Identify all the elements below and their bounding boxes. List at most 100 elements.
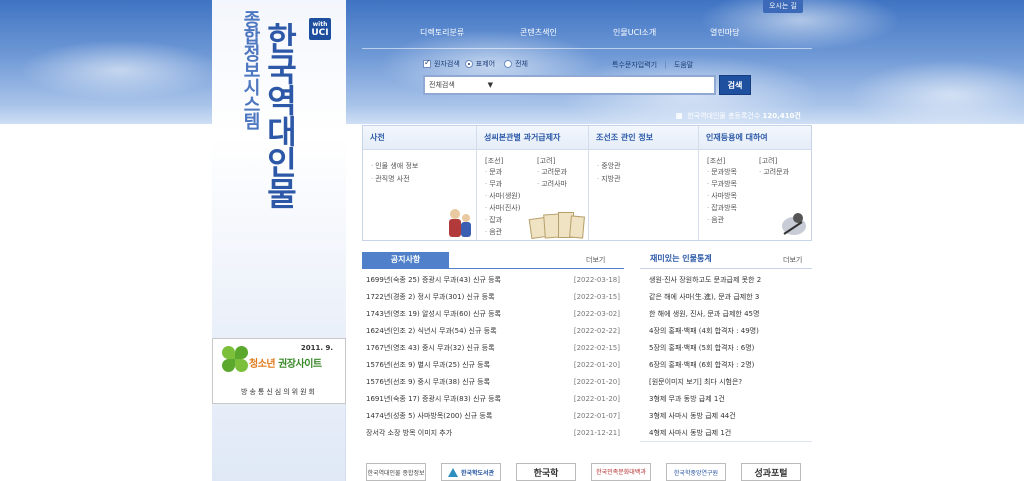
col-head-goryeo: [고려] xyxy=(759,157,778,165)
notice-row[interactable]: 1767년(영조 43) 중시 무과(32) 신규 등록 [2022-02-15] xyxy=(366,342,620,359)
tab-notice[interactable]: 공지사항 xyxy=(362,252,449,268)
nav-directory[interactable]: 디렉토리분류 xyxy=(420,27,520,38)
stats-title[interactable]: 재미있는 인물통계 xyxy=(650,253,712,264)
location-button[interactable]: 오시는 길 xyxy=(763,0,803,13)
notice-title[interactable]: 1722년(경종 2) 정시 무과(301) 신규 등록 xyxy=(366,291,495,308)
award-title: 청소년 권장사이트 xyxy=(249,359,322,370)
stats-row[interactable]: 같은 해에 사마(生.進), 문과 급제한 3 xyxy=(649,291,809,308)
special-char-link[interactable]: 특수문자입력기 xyxy=(612,61,657,69)
notice-date: [2022-02-22] xyxy=(573,327,620,335)
stats-row[interactable]: 5장의 홍패·백패 (5회 합격자 : 6명) xyxy=(649,342,809,359)
panel-title[interactable]: 사전 xyxy=(363,126,476,150)
footer-banners: 한국역대인물 종합정보 한국학도서관 한국학 한국민족문화대백과 한국학중앙연구… xyxy=(366,463,801,481)
stats-row[interactable]: 3형제 무과 동방 급제 1건 xyxy=(649,393,809,410)
panel-link[interactable]: 고려사마 xyxy=(537,178,567,190)
panel-exam-passers: 성씨본관별 과거급제자 [조선] 문과 무과 사마(생원) 사마(진사) 잡과 … xyxy=(477,126,589,240)
notice-title[interactable]: 1576년(선조 9) 중시 무과(38) 신규 등록 xyxy=(366,376,490,393)
logo-main-title[interactable]: 한국역대인물 xyxy=(261,22,299,208)
panel-joseon-officials: 조선조 관인 정보 중앙관 지방관 xyxy=(589,126,699,240)
stats-row[interactable]: 한 해에 생원, 진사, 문과 급제한 45명 xyxy=(649,308,809,325)
stats-divider xyxy=(640,268,812,269)
notice-title[interactable]: 1699년(숙종 25) 증광시 무과(43) 신규 등록 xyxy=(366,274,501,291)
panel-link[interactable]: 사마(진사) xyxy=(485,202,520,214)
banner-aks[interactable]: 한국학중앙연구원 xyxy=(666,463,726,481)
notice-row[interactable]: 1691년(숙종 17) 증광시 무과(83) 신규 등록 [2022-01-20… xyxy=(366,393,620,410)
notice-date: [2022-01-20] xyxy=(573,361,620,369)
notice-title[interactable]: 장서각 소장 방목 이미지 추가 xyxy=(366,427,452,444)
notice-title[interactable]: 1743년(영조 19) 알성시 무과(60) 신규 등록 xyxy=(366,308,501,325)
panel-link[interactable]: 음관 xyxy=(707,214,737,226)
stats-more-link[interactable]: 더보기 xyxy=(783,255,802,265)
banner-korean-library[interactable]: 한국학도서관 xyxy=(441,463,501,481)
search-options: 원자검색 표제어 전체 xyxy=(423,58,528,69)
stats-row[interactable]: 생원·진사 장원하고도 문과급제 못한 2 xyxy=(649,274,809,291)
panel-link[interactable]: 사마(생원) xyxy=(485,190,520,202)
search-button[interactable]: 검색 xyxy=(719,75,751,95)
panel-link[interactable]: 고려문과 xyxy=(759,166,789,178)
panel-link[interactable]: 잡과방목 xyxy=(707,202,737,214)
dropdown-arrow-icon: ▼ xyxy=(487,81,493,89)
notice-row[interactable]: 1624년(인조 2) 식년시 무과(54) 신규 등록 [2022-02-22] xyxy=(366,325,620,342)
notice-title[interactable]: 1624년(인조 2) 식년시 무과(54) 신규 등록 xyxy=(366,325,497,342)
help-link[interactable]: 도움말 xyxy=(674,61,693,69)
search-scope-select[interactable]: 전체검색 ▼ xyxy=(429,80,493,91)
notice-date: [2022-01-20] xyxy=(573,378,620,386)
stats-row[interactable]: 4장의 홍패·백패 (4회 합격자 : 49명) xyxy=(649,325,809,342)
panel-title[interactable]: 조선조 관인 정보 xyxy=(589,126,698,150)
panel-link[interactable]: 지방관 xyxy=(597,173,620,186)
notice-date: [2022-02-15] xyxy=(573,344,620,352)
banner-korean-people[interactable]: 한국역대인물 종합정보 xyxy=(366,463,426,481)
youth-recommended-site-award[interactable]: 2011. 9. 청소년 권장사이트 방송통신심의위원회 xyxy=(212,338,346,404)
stats-row[interactable]: 3형제 사마시 동방 급제 44건 xyxy=(649,410,809,427)
panel-link[interactable]: 사마방목 xyxy=(707,190,737,202)
panel-link[interactable]: 중앙관 xyxy=(597,160,620,173)
notice-date: [2022-03-15] xyxy=(573,293,620,301)
ink-painting-icon xyxy=(782,213,806,235)
panel-link[interactable]: 무과 xyxy=(485,178,520,190)
notice-title[interactable]: 1474년(성종 5) 사마방목(200) 신규 등록 xyxy=(366,410,492,427)
notice-date: [2021-12-21] xyxy=(573,429,620,437)
nav-contents-index[interactable]: 콘텐츠색인 xyxy=(520,27,613,38)
notice-row[interactable]: 1576년(선조 9) 별시 무과(25) 신규 등록 [2022-01-20] xyxy=(366,359,620,376)
stats-row[interactable]: 6장의 홍패·백패 (6회 합격자 : 2명) xyxy=(649,359,809,376)
panel-link[interactable]: 인물 생애 정보 xyxy=(371,160,418,173)
notice-divider xyxy=(362,268,624,269)
notice-title[interactable]: 1767년(영조 43) 중시 무과(32) 신규 등록 xyxy=(366,342,495,359)
panel-link[interactable]: 문과 xyxy=(485,166,520,178)
banner-encyclopedia[interactable]: 한국민족문화대백과 xyxy=(591,463,651,481)
panel-link[interactable]: 고려문과 xyxy=(537,166,567,178)
logo-subtitle[interactable]: 종합정보시스템 xyxy=(240,10,261,129)
panel-title[interactable]: 성씨본관별 과거급제자 xyxy=(477,126,588,150)
old-books-icon xyxy=(528,208,585,240)
panel-link[interactable]: 무과방목 xyxy=(707,178,737,190)
clover-icon xyxy=(221,345,249,373)
panel-link[interactable]: 잡과 xyxy=(485,214,520,226)
panel-link[interactable]: 음관 xyxy=(485,226,520,238)
notice-row[interactable]: 1722년(경종 2) 정시 무과(301) 신규 등록 [2022-03-15] xyxy=(366,291,620,308)
notice-more-link[interactable]: 더보기 xyxy=(586,255,605,265)
banner-korean-studies[interactable]: 한국학 xyxy=(516,463,576,481)
col-head-joseon: [조선] xyxy=(485,157,504,165)
search-input[interactable]: 전체검색 ▼ xyxy=(423,75,716,95)
notice-row[interactable]: 장서각 소장 방목 이미지 추가 [2021-12-21] xyxy=(366,427,620,444)
all-radio[interactable] xyxy=(504,60,513,68)
notice-title[interactable]: 1691년(숙종 17) 증광시 무과(83) 신규 등록 xyxy=(366,393,501,410)
panel-link[interactable]: 관직명 사전 xyxy=(371,173,418,186)
nav-open-forum[interactable]: 열린마당 xyxy=(710,27,739,38)
headword-radio[interactable] xyxy=(464,60,473,68)
headword-label: 표제어 xyxy=(475,60,496,68)
notice-row[interactable]: 1474년(성종 5) 사마방목(200) 신규 등록 [2022-01-07] xyxy=(366,410,620,427)
notice-title[interactable]: 1576년(선조 9) 별시 무과(25) 신규 등록 xyxy=(366,359,490,376)
uci-badge: with UCI xyxy=(309,18,331,40)
notice-row[interactable]: 1743년(영조 19) 알성시 무과(60) 신규 등록 [2022-03-02… xyxy=(366,308,620,325)
original-search-checkbox[interactable] xyxy=(423,58,431,68)
stats-row[interactable]: [원문이미지 보기] 최다 시험은? xyxy=(649,376,809,393)
panel-link[interactable]: 문과방목 xyxy=(707,166,737,178)
nav-uci-intro[interactable]: 인물UCI소개 xyxy=(613,27,710,38)
banner-results-portal[interactable]: 성과포털 xyxy=(741,463,801,481)
notice-row[interactable]: 1699년(숙종 25) 증광시 무과(43) 신규 등록 [2022-03-18… xyxy=(366,274,620,291)
stats-bottom-line xyxy=(640,441,812,442)
notice-date: [2022-01-20] xyxy=(573,395,620,403)
panel-title[interactable]: 인재등용에 대하여 xyxy=(699,126,811,150)
notice-row[interactable]: 1576년(선조 9) 중시 무과(38) 신규 등록 [2022-01-20] xyxy=(366,376,620,393)
